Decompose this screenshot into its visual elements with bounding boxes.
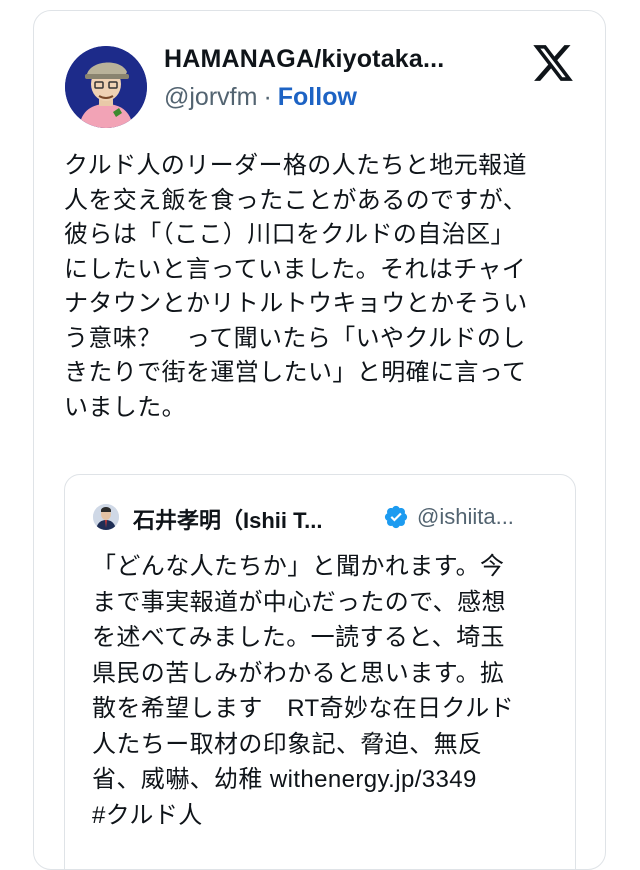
author-handle[interactable]: @jorvfm — [164, 83, 257, 111]
x-logo-icon[interactable] — [531, 41, 575, 85]
author-subline: @jorvfm · Follow — [164, 83, 357, 112]
verified-badge-icon — [383, 504, 409, 530]
separator-dot: · — [263, 83, 272, 111]
author-avatar[interactable] — [65, 46, 147, 128]
quoted-author-display-name[interactable]: 石井孝明（Ishii T... — [133, 503, 322, 535]
quoted-tweet[interactable]: 石井孝明（Ishii T... @ishiita... 「どんな人たちか」と聞か… — [64, 474, 576, 869]
author-display-name[interactable]: HAMANAGA/kiyotaka... — [164, 45, 444, 74]
follow-button[interactable]: Follow — [278, 83, 357, 111]
quoted-avatar-illustration — [93, 504, 119, 530]
tweet-card: HAMANAGA/kiyotaka... @jorvfm · Follow クルド人… — [33, 10, 606, 870]
quoted-author-handle[interactable]: @ishiita... — [417, 504, 514, 530]
tweet-text: クルド人のリーダー格の人たちと地元報道 人を交え飯を食ったことがあるのですが、 … — [64, 152, 528, 421]
author-avatar-illustration — [65, 46, 147, 128]
quoted-tweet-text: 「どんな人たちか」と聞かれます。今 まで事実報道が中心だったので、感想 を述べて… — [92, 553, 515, 829]
quoted-author-avatar[interactable] — [93, 504, 119, 530]
